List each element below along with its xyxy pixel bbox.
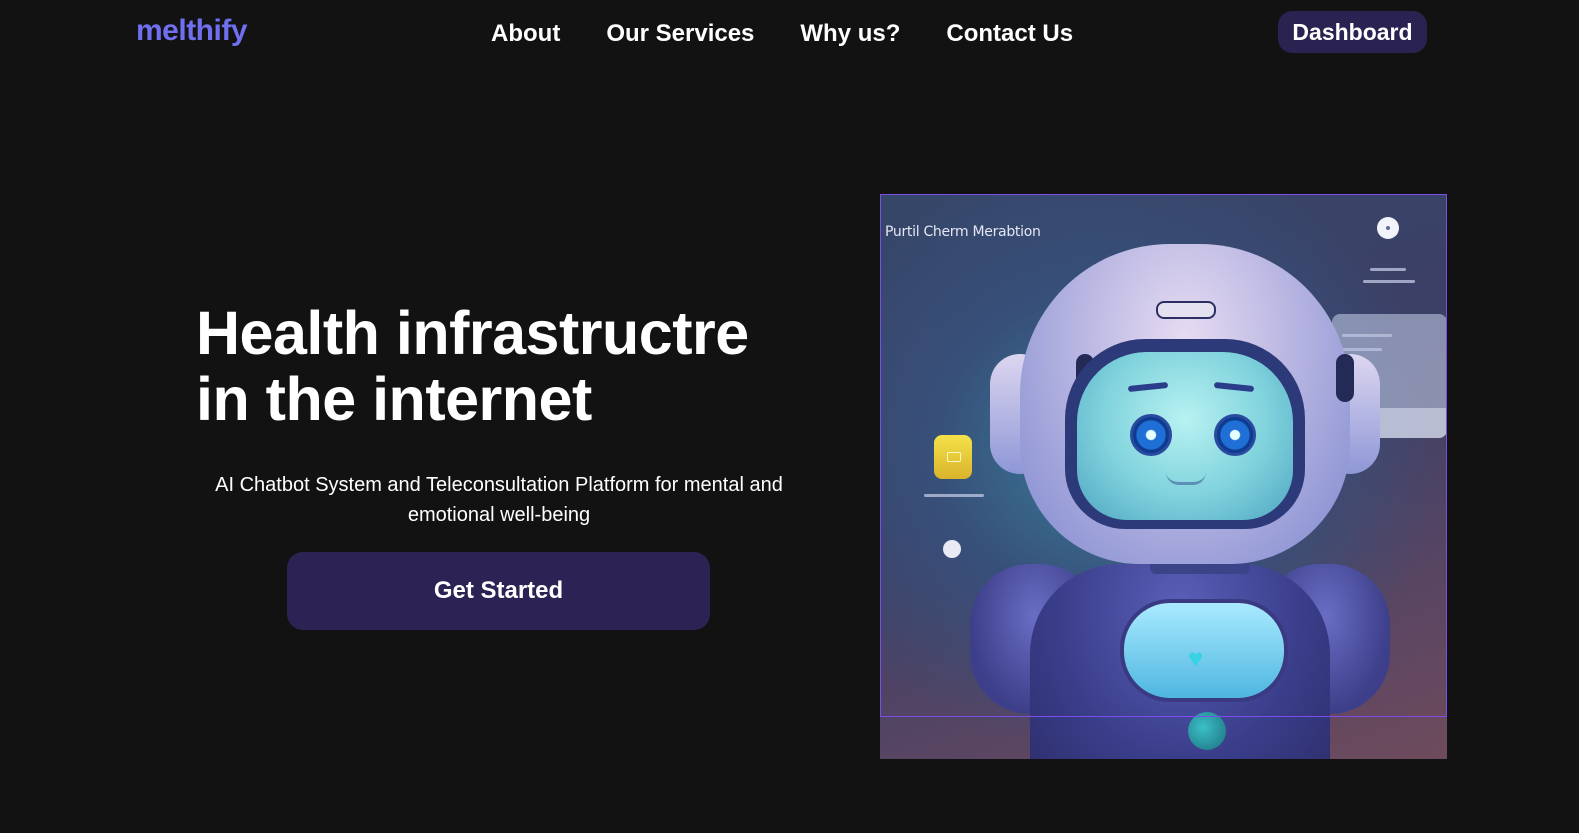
decor-dot bbox=[1377, 217, 1399, 239]
hero-title-line2: in the internet bbox=[196, 365, 592, 433]
robot-eye bbox=[1214, 414, 1256, 456]
nav-our-services[interactable]: Our Services bbox=[606, 18, 754, 50]
brand-logo[interactable]: melthify bbox=[136, 14, 248, 48]
yellow-app-icon bbox=[934, 435, 972, 479]
page: melthify About Our Services Why us? Cont… bbox=[0, 0, 1579, 833]
robot-helmet-slot bbox=[1156, 301, 1216, 319]
hero-robot-illustration: Purtil Cherm Merabtion ♥ bbox=[880, 194, 1447, 759]
robot-face bbox=[1077, 352, 1293, 520]
illustration-caption: Purtil Cherm Merabtion bbox=[885, 224, 1041, 240]
get-started-button[interactable]: Get Started bbox=[287, 552, 710, 630]
hero-subtitle: AI Chatbot System and Teleconsultation P… bbox=[215, 474, 783, 526]
robot-eye bbox=[1130, 414, 1172, 456]
dashboard-button[interactable]: Dashboard bbox=[1278, 11, 1427, 53]
decor-dot bbox=[943, 540, 961, 558]
robot-vent bbox=[1336, 354, 1354, 402]
robot-figure: ♥ bbox=[970, 244, 1390, 759]
heart-icon: ♥ bbox=[1188, 643, 1204, 673]
robot-button bbox=[1188, 712, 1226, 750]
nav-about[interactable]: About bbox=[491, 18, 560, 50]
robot-chest-screen: ♥ bbox=[1120, 599, 1288, 702]
main-nav: About Our Services Why us? Contact Us bbox=[491, 18, 1073, 50]
hero-title: Health infrastructre in the internet bbox=[196, 300, 816, 432]
nav-contact-us[interactable]: Contact Us bbox=[946, 18, 1073, 50]
hero-title-line1: Health infrastructre bbox=[196, 299, 749, 367]
nav-why-us[interactable]: Why us? bbox=[800, 18, 900, 50]
